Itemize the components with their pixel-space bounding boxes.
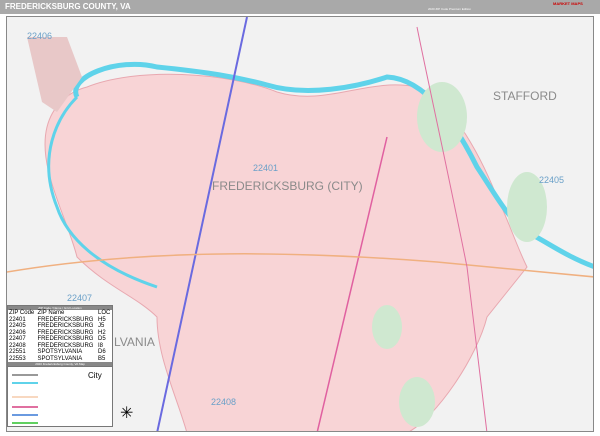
zip-label: 22408	[211, 397, 237, 407]
edition-label: 2020 ZIP Code Premium Edition	[428, 7, 471, 11]
logo: MARKET MAPS	[553, 1, 583, 6]
zip-table: ZIP Code ZIP Name LOC 22401 FREDERICKSBURG H…	[8, 310, 112, 362]
col-header: LOC	[98, 310, 111, 316]
map-canvas[interactable]: 22406 22401 22405 22407 22408 FREDERICKS…	[6, 16, 594, 432]
map-key: City	[8, 366, 112, 426]
park	[417, 82, 467, 152]
zip-label: 22401	[253, 163, 279, 173]
zip-label: 22406	[27, 31, 53, 41]
legend: ZIP Code / Name / Grid Location ZIP Code…	[7, 305, 113, 427]
zip-label: 22405	[539, 175, 565, 185]
city-label: FREDERICKSBURG (CITY)	[212, 179, 363, 193]
header-bar: FREDERICKSBURG COUNTY, VA 2020 ZIP Code …	[0, 0, 600, 14]
col-header: ZIP Code	[9, 310, 35, 316]
map-title: FREDERICKSBURG COUNTY, VA	[5, 2, 131, 11]
city-key-label: City	[88, 371, 102, 380]
park	[399, 377, 435, 427]
zip-label: 22407	[67, 293, 93, 303]
place-label: LVANIA	[114, 335, 155, 349]
compass-rose-icon: ✳	[120, 405, 134, 422]
place-label: STAFFORD	[493, 89, 557, 103]
park	[372, 305, 402, 349]
